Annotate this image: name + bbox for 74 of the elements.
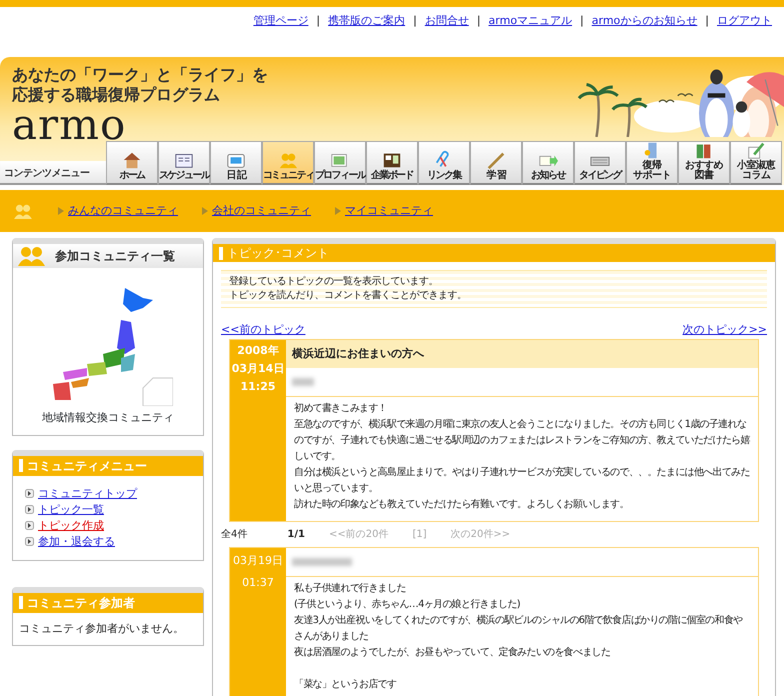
page-number: 1/1 [287, 528, 305, 542]
bullet-arrow-icon [25, 505, 34, 514]
post-text: 自分は横浜というと高島屋止まりで。やはり子連れサービスが充実しているので、、。たまには他へ出てみたいと思っています。 [294, 466, 750, 496]
separator-label: | [476, 13, 481, 29]
comment-text: 「菜な」というお店です [294, 678, 398, 692]
nav-tab[interactable]: プロフィール [314, 141, 366, 185]
people-icon [17, 246, 47, 266]
blurred-author-name [292, 378, 314, 386]
panel-title: 参加コミュニティ一覧 [55, 248, 175, 265]
post-text: 訪れた時の印象なども教えていただけたら有難いです。よろしくお願いします。 [294, 498, 630, 512]
house-icon [121, 150, 143, 170]
header-link[interactable]: 携帯版のご案内 [328, 13, 406, 57]
menu-link[interactable]: トピック作成 [38, 518, 104, 534]
post-text: 至急なのですが、横浜駅で来週の月曜に東京の友人と会うことになりました。その方も同じく1歳の子連れなのですが、子連れでも快適に過ごせる駅周辺のカフェまたはレストランをご存知の方、教えていただけたら嬉しいです。 [294, 418, 750, 464]
prev-topic-link[interactable]: <<前のトピック [221, 322, 306, 338]
comment-text: (子供というより、赤ちゃん…4ヶ月の娘と行きました) [294, 598, 521, 612]
menu-link[interactable]: トピック一覧 [38, 502, 104, 518]
sub-nav-link[interactable]: みんなのコミュニティ [68, 202, 178, 220]
tagline: 応援する職場復帰プログラム [12, 85, 221, 105]
menu-link[interactable]: 参加・退会する [38, 534, 115, 550]
topic-subject: 横浜近辺にお住まいの方へ [286, 340, 758, 368]
menu-label: コンテンツメニュー [0, 161, 106, 185]
blurred-author-name [292, 558, 352, 566]
triangle-icon [58, 207, 64, 215]
header-link[interactable]: 管理ページ [253, 13, 308, 57]
nav-tab[interactable]: タイピング [574, 141, 626, 185]
nav-tab[interactable]: 企業ボード [366, 141, 418, 185]
notice-text: トピックを読んだり、コメントを書くことができます。 [229, 289, 468, 303]
nav-tab[interactable]: 日 記 [210, 141, 262, 185]
bullet-arrow-icon [25, 521, 34, 530]
header-link[interactable]: ログアウト [717, 13, 772, 57]
nav-tab[interactable]: お知らせ [522, 141, 574, 185]
triangle-icon [335, 207, 341, 215]
separator-label: | [705, 13, 709, 29]
next-topic-link[interactable]: 次のトピック>> [682, 322, 767, 338]
pen-icon [485, 150, 507, 170]
nav-tab[interactable]: スケジュール [158, 141, 210, 185]
nav-tab[interactable]: ホーム [106, 141, 158, 185]
community-link[interactable]: 地域情報交換コミュニティ [13, 410, 203, 426]
comment-text: 夜は居酒屋のようでしたが、お昼もやっていて、定食みたいのを食べました [294, 646, 612, 660]
header-link[interactable]: armoマニュアル [488, 13, 572, 57]
comment-text: 私も子供連れで行きました [294, 582, 407, 596]
comment-text: 友達3人が出産祝いをしてくれたのですが、横浜の駅ビルのシャルの6階で飲食店ばかりの階に個室の和食やさんがありました [294, 614, 744, 644]
nav-tab[interactable]: 復帰 サポート [626, 141, 678, 185]
comment-date: 03月19日 [232, 553, 284, 569]
menu-link[interactable]: コミュニティトップ [38, 486, 137, 502]
post-date: 11:25 [239, 378, 276, 394]
post-date: 03月14日 [230, 360, 286, 376]
bullet-arrow-icon [25, 537, 34, 546]
nav-tab[interactable]: コミュニティ [262, 141, 314, 185]
post-date: 2008年 [236, 342, 280, 358]
separator-label: | [316, 13, 320, 29]
tagline: あなたの「ワーク」と「ライフ」を [12, 65, 269, 85]
nav-tab[interactable]: リンク集 [418, 141, 470, 185]
comment-date: 01:37 [241, 575, 275, 591]
nav-tab[interactable]: 学 習 [470, 141, 522, 185]
sub-nav-link[interactable]: 会社のコミュニティ [212, 202, 311, 220]
sub-nav-link[interactable]: マイコミュニティ [345, 202, 433, 220]
post-text: 初めて書きこみます！ [294, 402, 388, 416]
separator-label: | [580, 13, 584, 29]
triangle-icon [202, 207, 208, 215]
notice-text: 登録しているトピックの一覧を表示しています。 [229, 275, 439, 289]
header-link[interactable]: お問合せ [424, 13, 469, 57]
empty-message: コミュニティ参加者がいません。 [18, 620, 185, 636]
panel-header: トピック･コメント [213, 244, 775, 262]
panel-header: コミュニティメニュー [13, 456, 203, 476]
separator-label: | [413, 13, 417, 29]
people-icon [12, 203, 34, 219]
header-link[interactable]: armoからのお知らせ [592, 13, 698, 57]
bullet-arrow-icon [25, 489, 34, 498]
panel-header: コミュニティ参加者 [13, 592, 203, 612]
item-count: 全4件 [221, 528, 248, 542]
nav-tab[interactable]: 小室淑恵 コラム [730, 141, 782, 185]
nav-tab[interactable]: おすすめ 図書 [678, 141, 730, 185]
